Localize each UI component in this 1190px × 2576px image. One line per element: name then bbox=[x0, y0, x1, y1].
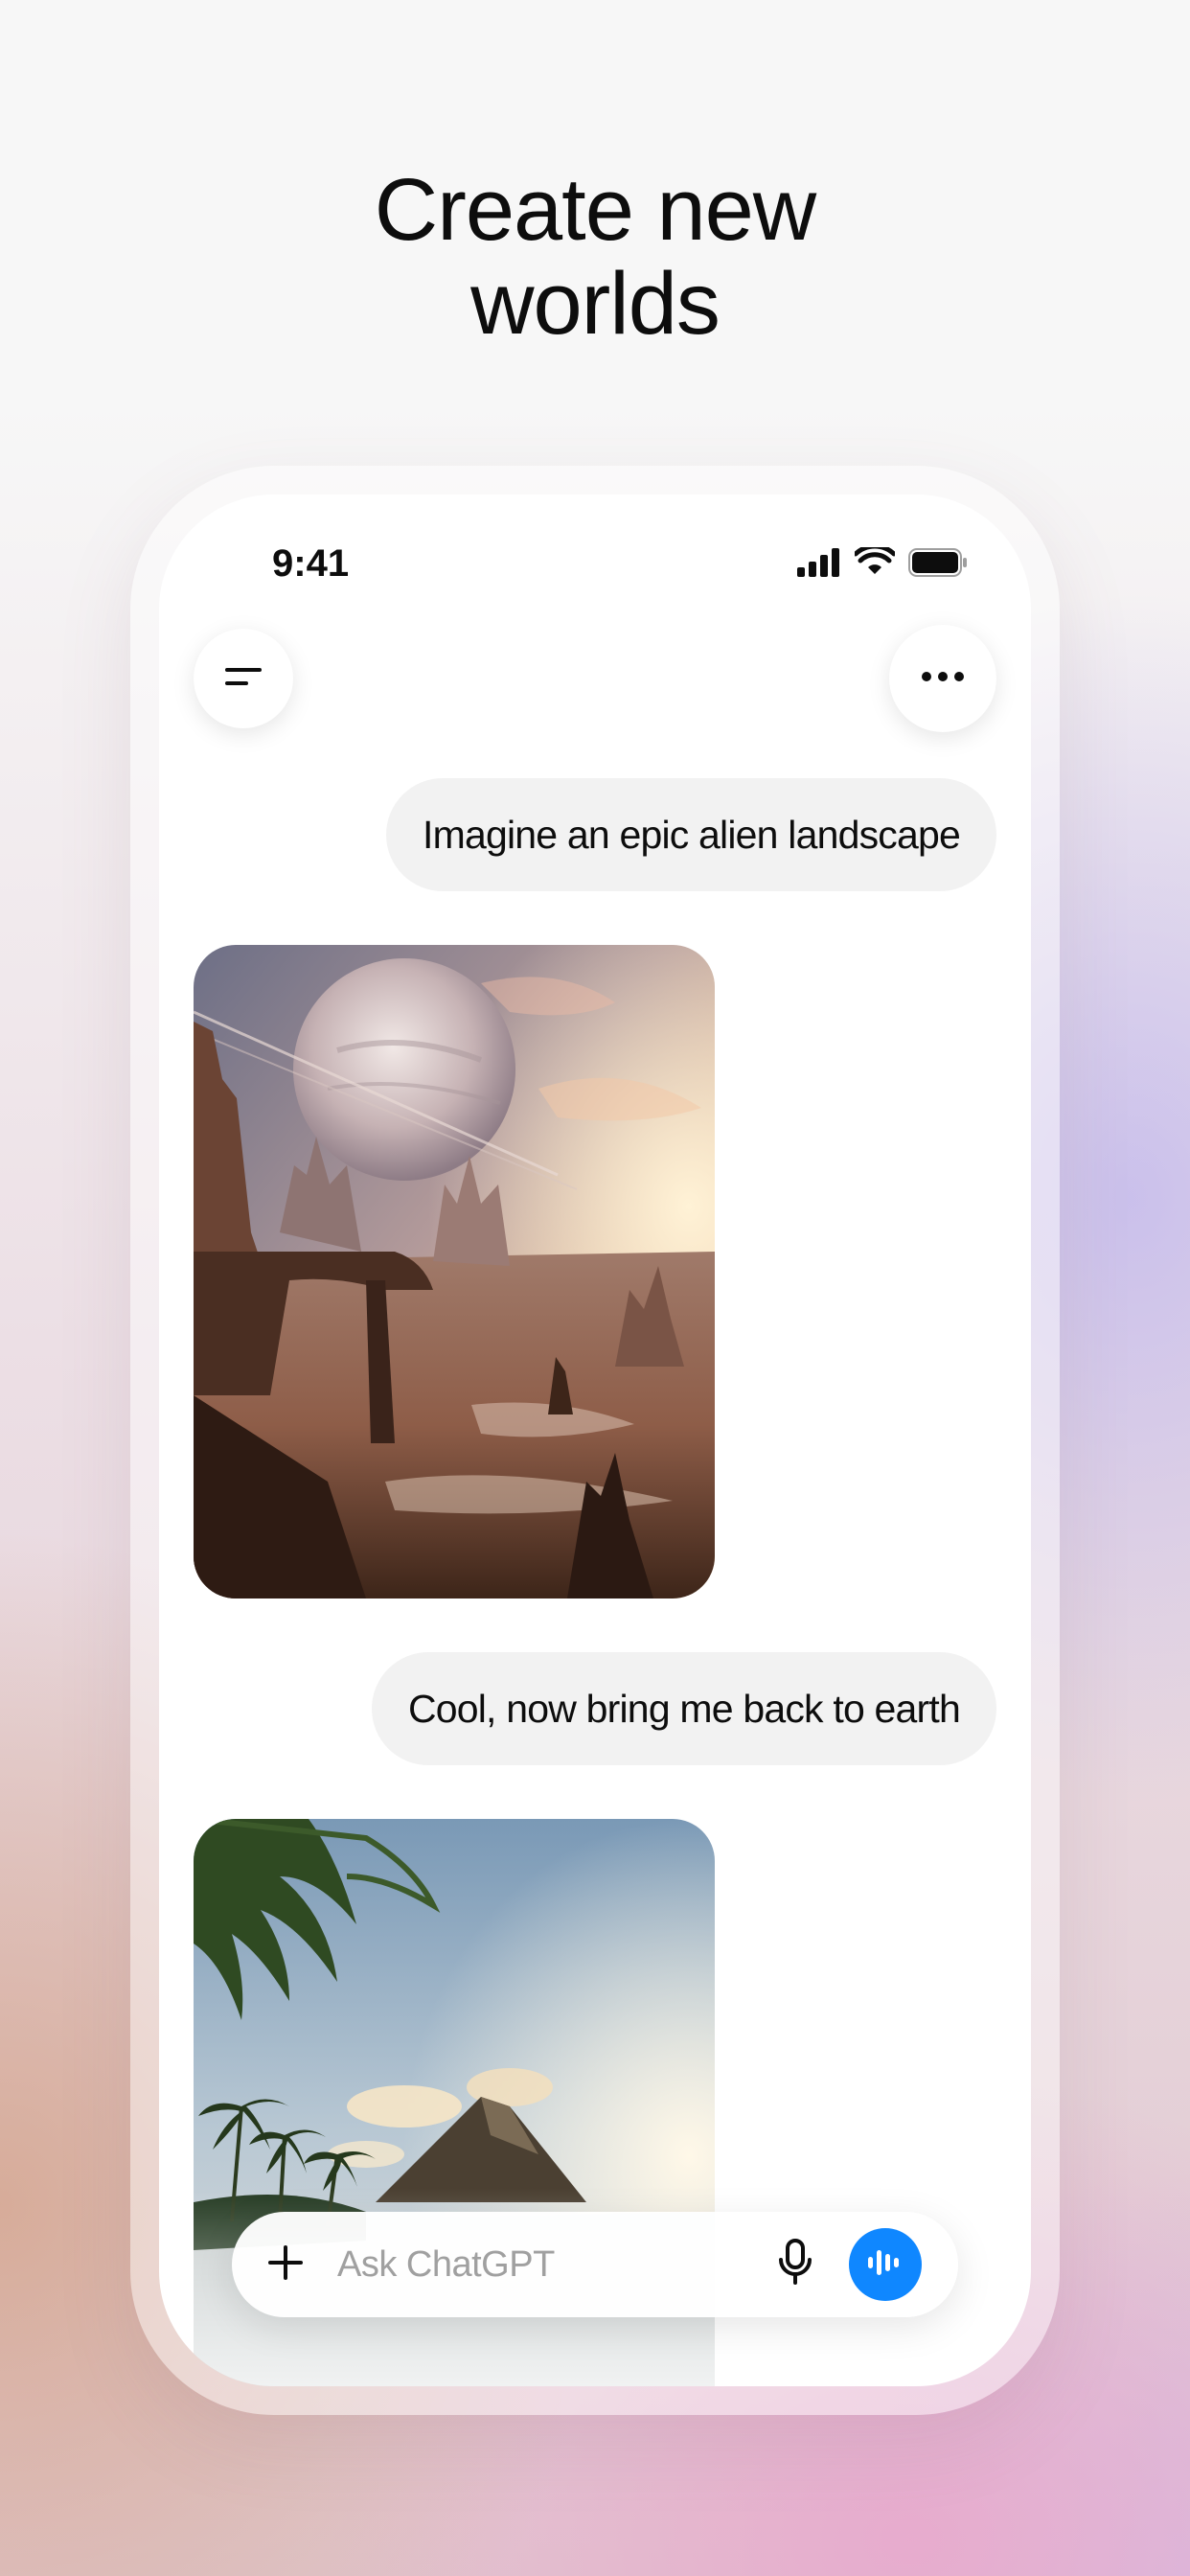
headline-line-2: worlds bbox=[470, 255, 721, 353]
user-message-bubble[interactable]: Imagine an epic alien landscape bbox=[386, 778, 996, 891]
voice-mode-icon bbox=[866, 2245, 904, 2285]
add-attachment-button[interactable] bbox=[259, 2238, 312, 2291]
status-icons bbox=[797, 543, 968, 583]
composer-bar: Ask ChatGPT bbox=[232, 2212, 958, 2317]
status-time: 9:41 bbox=[272, 542, 350, 585]
dictation-button[interactable] bbox=[768, 2238, 822, 2291]
message-input[interactable]: Ask ChatGPT bbox=[337, 2212, 555, 2317]
sidebar-menu-icon bbox=[223, 662, 263, 696]
alien-landscape-image[interactable] bbox=[194, 945, 715, 1598]
user-message-bubble[interactable]: Cool, now bring me back to earth bbox=[371, 1652, 996, 1765]
phone-screen: 9:41 Imagine an epic alien landscape Coo… bbox=[159, 494, 1031, 2386]
battery-icon bbox=[908, 547, 968, 582]
more-options-button[interactable] bbox=[889, 625, 996, 732]
microphone-icon bbox=[778, 2238, 812, 2291]
marketing-headline: Create new worlds bbox=[0, 163, 1190, 351]
voice-mode-button[interactable] bbox=[849, 2228, 922, 2301]
cellular-signal-icon bbox=[797, 547, 841, 582]
more-options-icon bbox=[921, 670, 965, 687]
sidebar-menu-button[interactable] bbox=[194, 629, 293, 728]
plus-icon bbox=[266, 2243, 305, 2287]
wifi-icon bbox=[853, 543, 897, 583]
headline-line-1: Create new bbox=[374, 161, 816, 259]
